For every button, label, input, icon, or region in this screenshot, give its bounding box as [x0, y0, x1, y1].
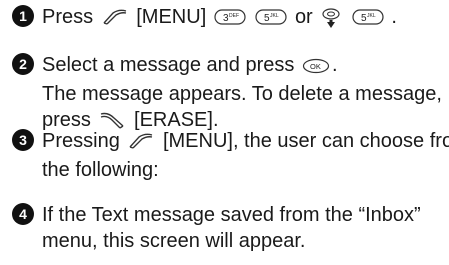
- step-number-1: 1: [12, 5, 34, 27]
- menu-soft-key-icon-2: [127, 131, 155, 157]
- key-3-def-icon: 3 DEF: [214, 7, 246, 33]
- step-2-line-2: The message appears. To delete a message…: [42, 83, 442, 105]
- step-3-text: Pressing [MENU], the user can choose fro…: [42, 128, 449, 183]
- step-2-line-1: Select a message and press OK .: [42, 52, 442, 81]
- step-1-or: or: [294, 6, 313, 28]
- step-2-line-1-pre: Select a message and press: [42, 54, 295, 76]
- step-1-text: Press [MENU] 3 DEF 5 JKL or 5 JKL .: [42, 4, 397, 33]
- step-4-text: If the Text message saved from the “Inbo…: [42, 202, 421, 254]
- step-4: 4 If the Text message saved from the “In…: [12, 202, 443, 254]
- step-1-press: Press: [42, 6, 94, 28]
- step-number-3: 3: [12, 129, 34, 151]
- svg-text:JKL: JKL: [270, 13, 279, 19]
- step-1: 1 Press [MENU] 3 DEF 5 JKL or 5 JKL .: [12, 4, 443, 33]
- step-4-line-1: If the Text message saved from the “Inbo…: [42, 204, 421, 226]
- key-5-jkl-icon: 5 JKL: [255, 7, 287, 33]
- svg-text:OK: OK: [310, 62, 321, 71]
- step-3-line-1-pre: Pressing: [42, 130, 120, 152]
- key-5-jkl-icon-2: 5 JKL: [352, 7, 384, 33]
- svg-text:JKL: JKL: [367, 13, 376, 19]
- svg-text:DEF: DEF: [229, 13, 239, 19]
- step-4-line-2: menu, this screen will appear.: [42, 230, 306, 252]
- step-1-menu-label: [MENU]: [136, 6, 207, 28]
- step-number-4: 4: [12, 203, 34, 225]
- step-3: 3 Pressing [MENU], the user can choose f…: [12, 128, 449, 183]
- step-1-end: .: [391, 6, 397, 28]
- step-number-2: 2: [12, 53, 34, 75]
- step-2-line-1-post: .: [331, 54, 338, 76]
- step-3-line-1: Pressing [MENU], the user can choose fro…: [42, 128, 449, 157]
- menu-soft-key-icon: [101, 7, 129, 33]
- step-2-text: Select a message and press OK . The mess…: [42, 52, 442, 136]
- ok-key-icon: OK: [302, 55, 330, 81]
- nav-down-key-icon: [320, 7, 342, 33]
- step-3-line-2: the following:: [42, 159, 159, 181]
- step-2: 2 Select a message and press OK . The me…: [12, 52, 443, 136]
- step-3-line-1-post: [MENU], the user can choose from: [162, 130, 449, 152]
